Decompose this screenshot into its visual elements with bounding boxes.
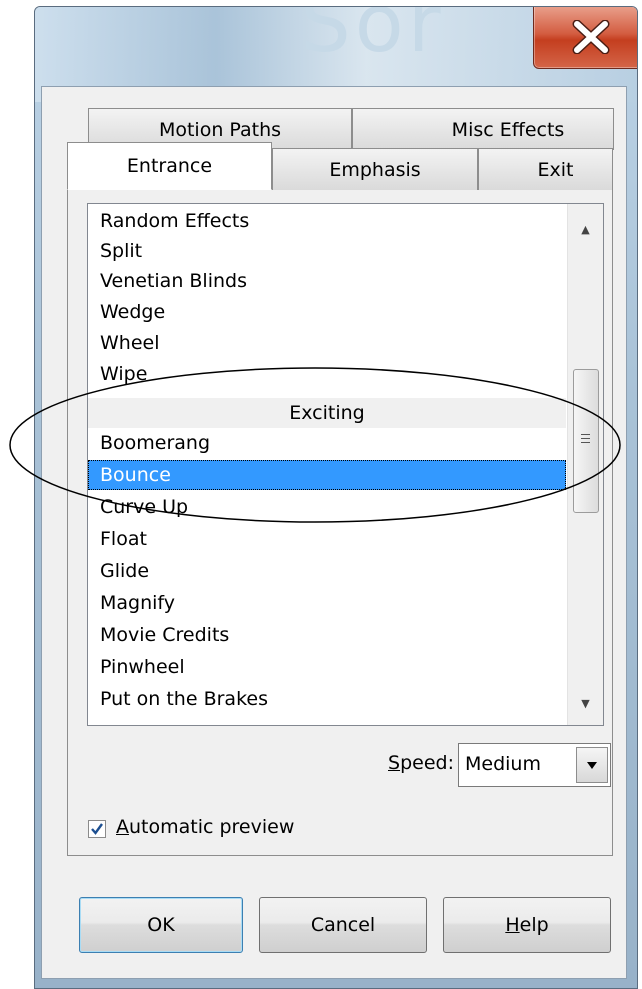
ok-label: OK xyxy=(147,914,175,936)
scroll-down-arrow-icon[interactable]: ▼ xyxy=(568,686,603,721)
list-item[interactable]: Movie Credits xyxy=(88,620,566,650)
list-item[interactable]: Float xyxy=(88,524,566,554)
list-item[interactable]: Put on the Brakes xyxy=(88,684,566,714)
automatic-preview-text: utomatic preview xyxy=(129,816,295,838)
tab-emphasis[interactable]: Emphasis xyxy=(272,148,478,190)
effects-list[interactable]: Random Effects Split Venetian Blinds Wed… xyxy=(87,203,604,726)
list-item-selected[interactable]: Bounce xyxy=(88,460,566,490)
list-item[interactable]: Wipe xyxy=(88,359,566,389)
tab-label: Exit xyxy=(537,158,574,181)
tab-label: Entrance xyxy=(126,155,213,177)
list-item[interactable]: Wedge xyxy=(88,297,566,327)
list-item[interactable]: Random Effects xyxy=(88,206,566,236)
grip-icon xyxy=(581,434,590,446)
close-icon xyxy=(572,20,610,54)
accelerator-key: H xyxy=(505,914,520,936)
help-button[interactable]: Help xyxy=(443,897,611,953)
scroll-thumb[interactable] xyxy=(573,369,599,513)
list-item[interactable]: Curve Up xyxy=(88,492,566,522)
tab-label: Misc Effects xyxy=(451,118,565,141)
list-item[interactable]: Glide xyxy=(88,556,566,586)
list-item[interactable]: Wheel xyxy=(88,328,566,358)
speed-label-text: peed: xyxy=(400,752,454,774)
tab-entrance[interactable]: Entrance xyxy=(67,142,272,190)
list-item[interactable]: Magnify xyxy=(88,588,566,618)
ok-button[interactable]: OK xyxy=(79,897,243,953)
accelerator-key: S xyxy=(388,752,401,774)
speed-dropdown[interactable]: Medium xyxy=(458,743,611,787)
tab-label: Emphasis xyxy=(329,158,421,181)
close-button[interactable] xyxy=(533,7,637,69)
background-window-title: Sor xyxy=(300,6,445,70)
list-scrollbar[interactable]: ▲ ▼ xyxy=(567,204,603,725)
automatic-preview-label[interactable]: Automatic preview xyxy=(116,816,294,838)
dropdown-button[interactable] xyxy=(576,747,608,783)
list-item[interactable]: Venetian Blinds xyxy=(88,266,566,296)
tab-exit[interactable]: Exit xyxy=(478,148,613,190)
list-item[interactable]: Split xyxy=(88,236,566,266)
list-group-header: Exciting xyxy=(88,398,566,428)
speed-label: Speed: xyxy=(388,752,454,774)
checkmark-icon xyxy=(91,823,103,835)
cancel-button[interactable]: Cancel xyxy=(259,897,427,953)
automatic-preview-checkbox[interactable] xyxy=(88,820,106,838)
help-label: elp xyxy=(519,914,549,936)
list-item[interactable]: Boomerang xyxy=(88,428,566,458)
cancel-label: Cancel xyxy=(310,914,376,936)
tab-misc-effects[interactable]: Misc Effects xyxy=(352,108,614,150)
tab-label: Motion Paths xyxy=(158,118,282,141)
list-item[interactable]: Pinwheel xyxy=(88,652,566,682)
chevron-down-icon xyxy=(587,762,597,769)
speed-value: Medium xyxy=(465,753,541,775)
accelerator-key: A xyxy=(116,816,129,838)
scroll-up-arrow-icon[interactable]: ▲ xyxy=(568,212,603,247)
